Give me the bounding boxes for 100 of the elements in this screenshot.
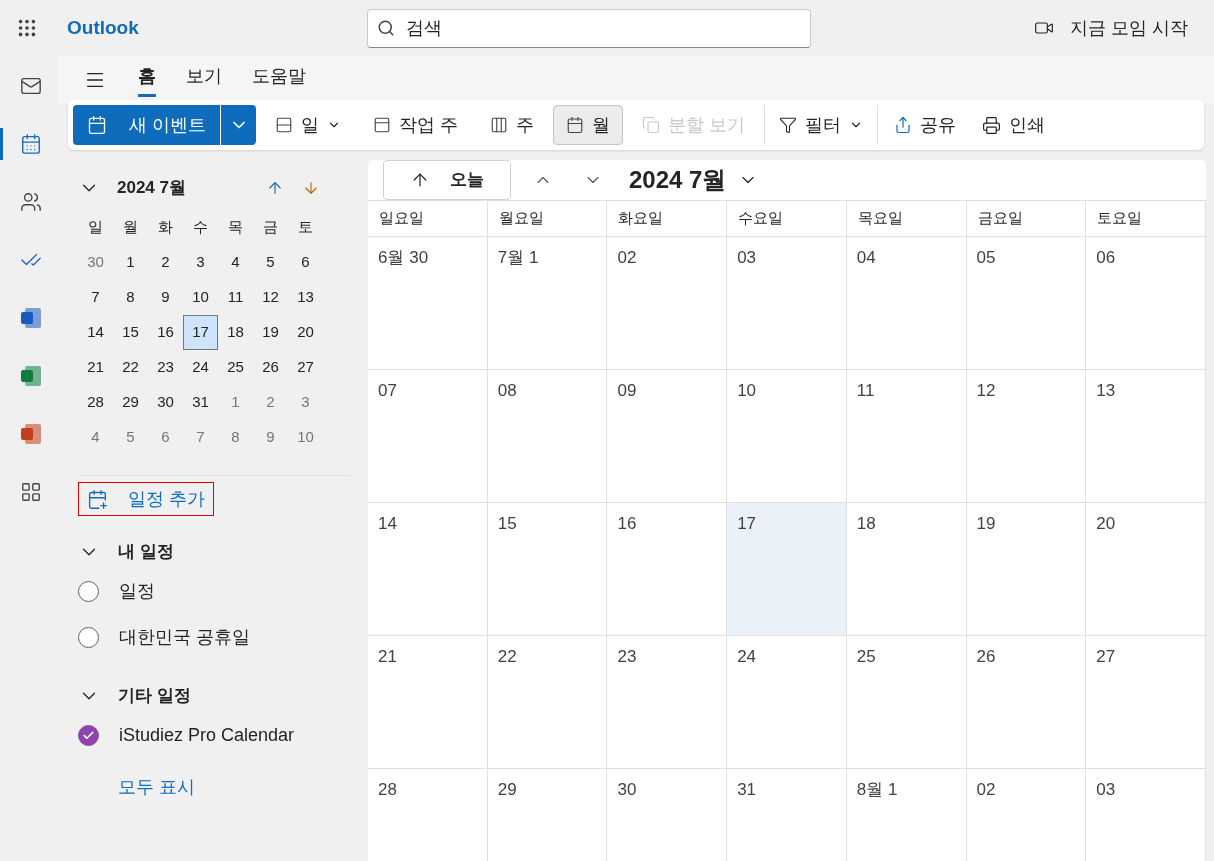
- today-button[interactable]: 오늘: [383, 160, 511, 200]
- mini-calendar-day[interactable]: 10: [183, 280, 218, 315]
- calendar-checkbox[interactable]: [78, 580, 99, 602]
- mini-calendar-day[interactable]: 23: [148, 350, 183, 385]
- day-cell[interactable]: 04: [846, 237, 967, 370]
- mini-calendar-day[interactable]: 15: [113, 315, 148, 350]
- calendar-checkbox[interactable]: [78, 724, 99, 746]
- calendar-name[interactable]: 대한민국 공휴일: [119, 623, 250, 651]
- day-cell[interactable]: 13: [1086, 370, 1206, 503]
- mini-calendar-day[interactable]: 10: [288, 420, 323, 455]
- calendar-group-header[interactable]: 내 일정: [78, 536, 174, 568]
- print-button[interactable]: 인쇄: [972, 111, 1056, 139]
- day-cell[interactable]: 12: [966, 370, 1087, 503]
- app-launcher-icon[interactable]: [16, 17, 38, 39]
- day-cell[interactable]: 05: [966, 237, 1087, 370]
- day-cell[interactable]: 08: [487, 370, 608, 503]
- mini-calendar-day[interactable]: 9: [253, 420, 288, 455]
- slides-app-icon[interactable]: [18, 422, 43, 446]
- mini-calendar-day[interactable]: 30: [78, 245, 113, 280]
- mini-calendar-day[interactable]: 28: [78, 385, 113, 420]
- spreadsheet-app-icon[interactable]: [18, 364, 43, 388]
- day-cell[interactable]: 6월 30: [368, 237, 488, 370]
- mini-calendar-day[interactable]: 7: [183, 420, 218, 455]
- day-cell[interactable]: 22: [487, 636, 608, 769]
- mini-calendar-day[interactable]: 24: [183, 350, 218, 385]
- view-button[interactable]: 일: [262, 105, 354, 145]
- calendar-icon[interactable]: [19, 133, 42, 155]
- mini-calendar-day[interactable]: 31: [183, 385, 218, 420]
- mini-calendar-day[interactable]: 22: [113, 350, 148, 385]
- calendar-group-header[interactable]: 기타 일정: [78, 680, 191, 712]
- mini-calendar-day[interactable]: 27: [288, 350, 323, 385]
- search-field[interactable]: 검색: [367, 8, 811, 48]
- mini-calendar-day[interactable]: 11: [218, 280, 253, 315]
- view-button[interactable]: 월: [553, 105, 624, 145]
- mini-calendar-day[interactable]: 4: [218, 245, 253, 280]
- show-all-link[interactable]: 모두 표시: [118, 774, 195, 801]
- mini-calendar-title[interactable]: 2024 7월: [117, 175, 186, 201]
- mini-calendar-day[interactable]: 2: [148, 245, 183, 280]
- view-button[interactable]: 주: [477, 105, 548, 145]
- mini-calendar-day[interactable]: 30: [148, 385, 183, 420]
- meet-now-button[interactable]: 지금 모임 시작: [1034, 14, 1188, 42]
- day-cell[interactable]: 24: [727, 636, 847, 769]
- month-title[interactable]: 2024 7월: [629, 162, 727, 198]
- day-cell[interactable]: 09: [607, 370, 728, 503]
- mini-calendar-day[interactable]: 9: [148, 280, 183, 315]
- day-cell[interactable]: 02: [607, 237, 728, 370]
- mini-calendar-day[interactable]: 2: [253, 385, 288, 420]
- mini-calendar-day[interactable]: 14: [78, 315, 113, 350]
- day-cell[interactable]: 23: [607, 636, 728, 769]
- day-cell[interactable]: 06: [1086, 237, 1206, 370]
- mini-calendar-day[interactable]: 1: [113, 245, 148, 280]
- mini-calendar-day[interactable]: 1: [218, 385, 253, 420]
- mini-calendar-day[interactable]: 5: [253, 245, 288, 280]
- day-cell[interactable]: 21: [368, 636, 488, 769]
- day-cell[interactable]: 16: [607, 503, 728, 636]
- brand-name[interactable]: Outlook: [67, 13, 367, 43]
- day-cell[interactable]: 20: [1086, 503, 1206, 636]
- mini-calendar-day[interactable]: 12: [253, 280, 288, 315]
- mini-calendar-day[interactable]: 21: [78, 350, 113, 385]
- day-cell[interactable]: 18: [846, 503, 967, 636]
- mini-calendar-day[interactable]: 6: [288, 245, 323, 280]
- add-calendar-button[interactable]: 일정 추가: [78, 482, 214, 516]
- mini-calendar-day[interactable]: 7: [78, 280, 113, 315]
- people-icon[interactable]: [19, 191, 42, 213]
- ribbon-tab[interactable]: 홈: [138, 63, 156, 97]
- mini-calendar-day[interactable]: 25: [218, 350, 253, 385]
- day-cell[interactable]: 26: [966, 636, 1087, 769]
- mail-icon[interactable]: [19, 75, 42, 97]
- mini-calendar-day[interactable]: 13: [288, 280, 323, 315]
- filter-button[interactable]: 필터: [771, 111, 872, 139]
- mini-calendar-day[interactable]: 19: [253, 315, 288, 350]
- mini-calendar-day[interactable]: 16: [148, 315, 183, 350]
- mini-calendar-day[interactable]: 18: [218, 315, 253, 350]
- day-cell[interactable]: 15: [487, 503, 608, 636]
- mini-calendar-day[interactable]: 6: [148, 420, 183, 455]
- view-button[interactable]: 작업 주: [360, 105, 472, 145]
- mini-calendar-day[interactable]: 3: [288, 385, 323, 420]
- mini-calendar-day[interactable]: 8: [218, 420, 253, 455]
- day-cell[interactable]: 10: [727, 370, 847, 503]
- day-cell[interactable]: 11: [846, 370, 967, 503]
- day-cell[interactable]: 7월 1: [487, 237, 608, 370]
- calendar-checkbox[interactable]: [78, 626, 99, 648]
- day-cell[interactable]: 14: [368, 503, 488, 636]
- day-cell[interactable]: 07: [368, 370, 488, 503]
- share-button[interactable]: 공유: [884, 111, 967, 139]
- arrow-down-icon[interactable]: [302, 179, 320, 197]
- apps-icon[interactable]: [19, 481, 42, 503]
- mini-calendar-day[interactable]: 8: [113, 280, 148, 315]
- day-cell[interactable]: 03: [727, 237, 847, 370]
- mini-calendar-day[interactable]: 26: [253, 350, 288, 385]
- mini-calendar-day[interactable]: 3: [183, 245, 218, 280]
- mini-calendar-day[interactable]: 5: [113, 420, 148, 455]
- mini-calendar-day[interactable]: 20: [288, 315, 323, 350]
- day-cell[interactable]: 17: [727, 503, 847, 636]
- calendar-name[interactable]: 일정: [119, 577, 155, 605]
- ribbon-tab[interactable]: 보기: [186, 63, 222, 97]
- document-app-icon[interactable]: [18, 306, 43, 330]
- ribbon-tab[interactable]: 도움말: [252, 63, 306, 97]
- day-cell[interactable]: 19: [966, 503, 1087, 636]
- calendar-name[interactable]: iStudiez Pro Calendar: [119, 721, 295, 749]
